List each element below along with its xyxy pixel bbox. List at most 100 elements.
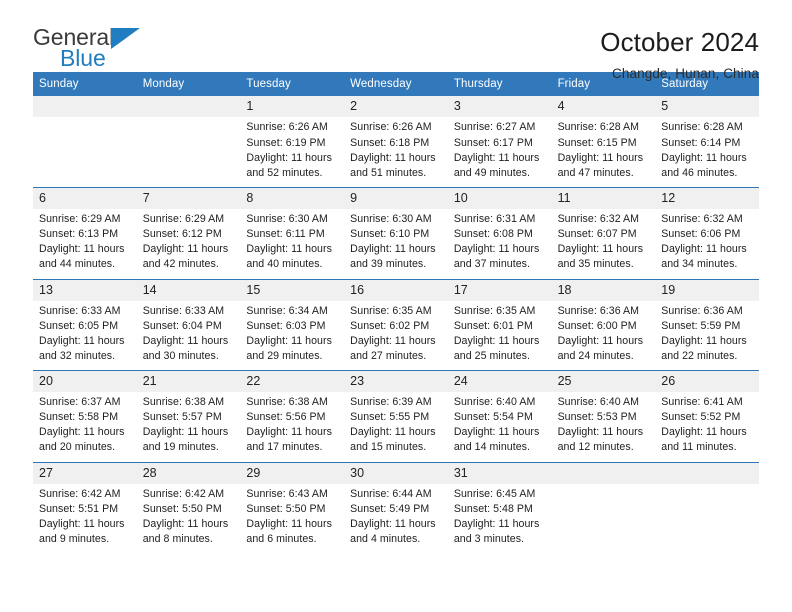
daylight-text-line2: and 47 minutes. [557, 166, 634, 179]
day-number[interactable]: 22 [240, 371, 344, 392]
day-number[interactable]: 11 [552, 188, 656, 209]
sunrise-text: Sunrise: 6:33 AM [39, 304, 121, 317]
daylight-text-line2: and 19 minutes. [142, 441, 219, 454]
day-number[interactable]: 17 [448, 280, 552, 301]
day-cell[interactable]: Sunrise: 6:39 AM Sunset: 5:55 PM Daylight:… [344, 392, 448, 462]
sunrise-text: Sunrise: 6:37 AM [39, 396, 121, 409]
day-cell[interactable]: Sunrise: 6:30 AM Sunset: 6:11 PM Daylight:… [240, 209, 344, 279]
day-cell[interactable]: Sunrise: 6:40 AM Sunset: 5:54 PM Daylight:… [448, 392, 552, 462]
daylight-text-line2: and 39 minutes. [350, 258, 427, 271]
daylight-text-line1: Daylight: 11 hours [350, 334, 436, 347]
sunset-text: Sunset: 5:48 PM [453, 502, 533, 515]
calendar-week-row: 20 21 22 23 24 25 26 Sunrise: 6:37 AM Sunset: 5:… [33, 370, 759, 462]
day-number[interactable]: 19 [655, 280, 759, 301]
sunset-text: Sunset: 6:18 PM [350, 136, 430, 149]
daylight-text-line1: Daylight: 11 hours [39, 334, 125, 347]
day-cell[interactable]: Sunrise: 6:36 AM Sunset: 6:00 PM Daylight:… [552, 301, 656, 371]
day-number[interactable]: 31 [448, 463, 552, 484]
day-cell[interactable]: Sunrise: 6:38 AM Sunset: 5:57 PM Daylight:… [137, 392, 241, 462]
day-number[interactable]: 28 [137, 463, 241, 484]
sunset-text: Sunset: 6:08 PM [453, 228, 533, 241]
sunset-text: Sunset: 6:17 PM [453, 136, 533, 149]
day-number[interactable]: 16 [344, 280, 448, 301]
daylight-text-line1: Daylight: 11 hours [142, 426, 229, 439]
brand-logo[interactable]: General Blue [33, 26, 148, 78]
daylight-text-line2: and 4 minutes. [350, 533, 421, 546]
day-number[interactable]: 13 [33, 280, 137, 301]
day-cell[interactable]: Sunrise: 6:40 AM Sunset: 5:53 PM Daylight:… [552, 392, 656, 462]
triangle-logo-icon [111, 28, 140, 49]
daylight-text-line1: Daylight: 11 hours [142, 334, 229, 347]
weekday-header-monday: Monday [142, 78, 185, 90]
daylight-text-line2: and 30 minutes. [142, 349, 219, 362]
sunset-text: Sunset: 6:04 PM [142, 319, 222, 332]
sunrise-text: Sunrise: 6:31 AM [453, 212, 536, 225]
day-number[interactable]: 14 [137, 280, 241, 301]
day-cell[interactable]: Sunrise: 6:33 AM Sunset: 6:04 PM Daylight:… [137, 301, 241, 371]
day-number[interactable]: 30 [344, 463, 448, 484]
day-number[interactable]: 6 [33, 188, 137, 209]
day-number-empty [552, 463, 656, 484]
day-cell[interactable]: Sunrise: 6:28 AM Sunset: 6:15 PM Daylight:… [552, 117, 656, 187]
day-number[interactable]: 26 [655, 371, 759, 392]
day-number[interactable]: 3 [448, 96, 552, 117]
day-cell[interactable]: Sunrise: 6:32 AM Sunset: 6:06 PM Daylight:… [655, 209, 759, 279]
daylight-text-line1: Daylight: 11 hours [246, 517, 332, 530]
daylight-text-line1: Daylight: 11 hours [350, 426, 436, 439]
day-number[interactable]: 23 [344, 371, 448, 392]
day-number[interactable]: 18 [552, 280, 656, 301]
daylight-text-line1: Daylight: 11 hours [661, 151, 747, 164]
day-cell[interactable]: Sunrise: 6:29 AM Sunset: 6:12 PM Daylight:… [137, 209, 241, 279]
sunset-text: Sunset: 6:05 PM [39, 319, 119, 332]
day-cell[interactable]: Sunrise: 6:42 AM Sunset: 5:51 PM Daylight:… [33, 484, 137, 554]
sunset-text: Sunset: 6:12 PM [142, 228, 222, 241]
weekday-header-wednesday: Wednesday [350, 78, 412, 90]
day-number-empty [655, 463, 759, 484]
day-number[interactable]: 4 [552, 96, 656, 117]
day-number[interactable]: 2 [344, 96, 448, 117]
day-number[interactable]: 21 [137, 371, 241, 392]
day-number[interactable]: 20 [33, 371, 137, 392]
day-number[interactable]: 7 [137, 188, 241, 209]
day-number[interactable]: 25 [552, 371, 656, 392]
day-number[interactable]: 9 [344, 188, 448, 209]
day-number[interactable]: 10 [448, 188, 552, 209]
day-number[interactable]: 24 [448, 371, 552, 392]
day-cell[interactable]: Sunrise: 6:31 AM Sunset: 6:08 PM Daylight:… [448, 209, 552, 279]
day-cell[interactable]: Sunrise: 6:44 AM Sunset: 5:49 PM Daylight:… [344, 484, 448, 554]
sunset-text: Sunset: 5:49 PM [350, 502, 430, 515]
day-cell[interactable]: Sunrise: 6:43 AM Sunset: 5:50 PM Daylight:… [240, 484, 344, 554]
daylight-text-line1: Daylight: 11 hours [557, 151, 644, 164]
daylight-text-line1: Daylight: 11 hours [246, 243, 332, 256]
sunset-text: Sunset: 6:10 PM [350, 228, 430, 241]
day-cell[interactable]: Sunrise: 6:26 AM Sunset: 6:18 PM Daylight:… [344, 117, 448, 187]
daylight-text-line2: and 14 minutes. [453, 441, 530, 454]
day-number[interactable]: 27 [33, 463, 137, 484]
day-cell[interactable]: Sunrise: 6:36 AM Sunset: 5:59 PM Daylight:… [655, 301, 759, 371]
day-number[interactable]: 29 [240, 463, 344, 484]
day-number[interactable]: 15 [240, 280, 344, 301]
day-number[interactable]: 12 [655, 188, 759, 209]
daylight-text-line1: Daylight: 11 hours [142, 243, 229, 256]
day-cell[interactable]: Sunrise: 6:27 AM Sunset: 6:17 PM Daylight:… [448, 117, 552, 187]
day-number[interactable]: 5 [655, 96, 759, 117]
day-number[interactable]: 8 [240, 188, 344, 209]
daylight-text-line2: and 29 minutes. [246, 349, 323, 362]
day-cell[interactable]: Sunrise: 6:37 AM Sunset: 5:58 PM Daylight:… [33, 392, 137, 462]
day-cell[interactable]: Sunrise: 6:32 AM Sunset: 6:07 PM Daylight:… [552, 209, 656, 279]
day-cell[interactable]: Sunrise: 6:35 AM Sunset: 6:02 PM Daylight:… [344, 301, 448, 371]
day-cell[interactable]: Sunrise: 6:28 AM Sunset: 6:14 PM Daylight:… [655, 117, 759, 187]
day-cell[interactable]: Sunrise: 6:45 AM Sunset: 5:48 PM Daylight:… [448, 484, 552, 554]
week-detail-band: Sunrise: 6:26 AM Sunset: 6:19 PM Daylight:… [33, 117, 759, 187]
day-cell[interactable]: Sunrise: 6:41 AM Sunset: 5:52 PM Daylight:… [655, 392, 759, 462]
day-cell[interactable]: Sunrise: 6:33 AM Sunset: 6:05 PM Daylight:… [33, 301, 137, 371]
day-cell[interactable]: Sunrise: 6:35 AM Sunset: 6:01 PM Daylight:… [448, 301, 552, 371]
day-cell[interactable]: Sunrise: 6:38 AM Sunset: 5:56 PM Daylight:… [240, 392, 344, 462]
week-detail-band: Sunrise: 6:33 AM Sunset: 6:05 PM Daylight:… [33, 300, 759, 371]
day-number[interactable]: 1 [240, 96, 344, 117]
day-cell[interactable]: Sunrise: 6:29 AM Sunset: 6:13 PM Daylight:… [33, 209, 137, 279]
day-cell[interactable]: Sunrise: 6:34 AM Sunset: 6:03 PM Daylight:… [240, 301, 344, 371]
day-cell[interactable]: Sunrise: 6:30 AM Sunset: 6:10 PM Daylight:… [344, 209, 448, 279]
day-cell[interactable]: Sunrise: 6:42 AM Sunset: 5:50 PM Daylight:… [137, 484, 241, 554]
day-cell[interactable]: Sunrise: 6:26 AM Sunset: 6:19 PM Daylight:… [240, 117, 344, 187]
